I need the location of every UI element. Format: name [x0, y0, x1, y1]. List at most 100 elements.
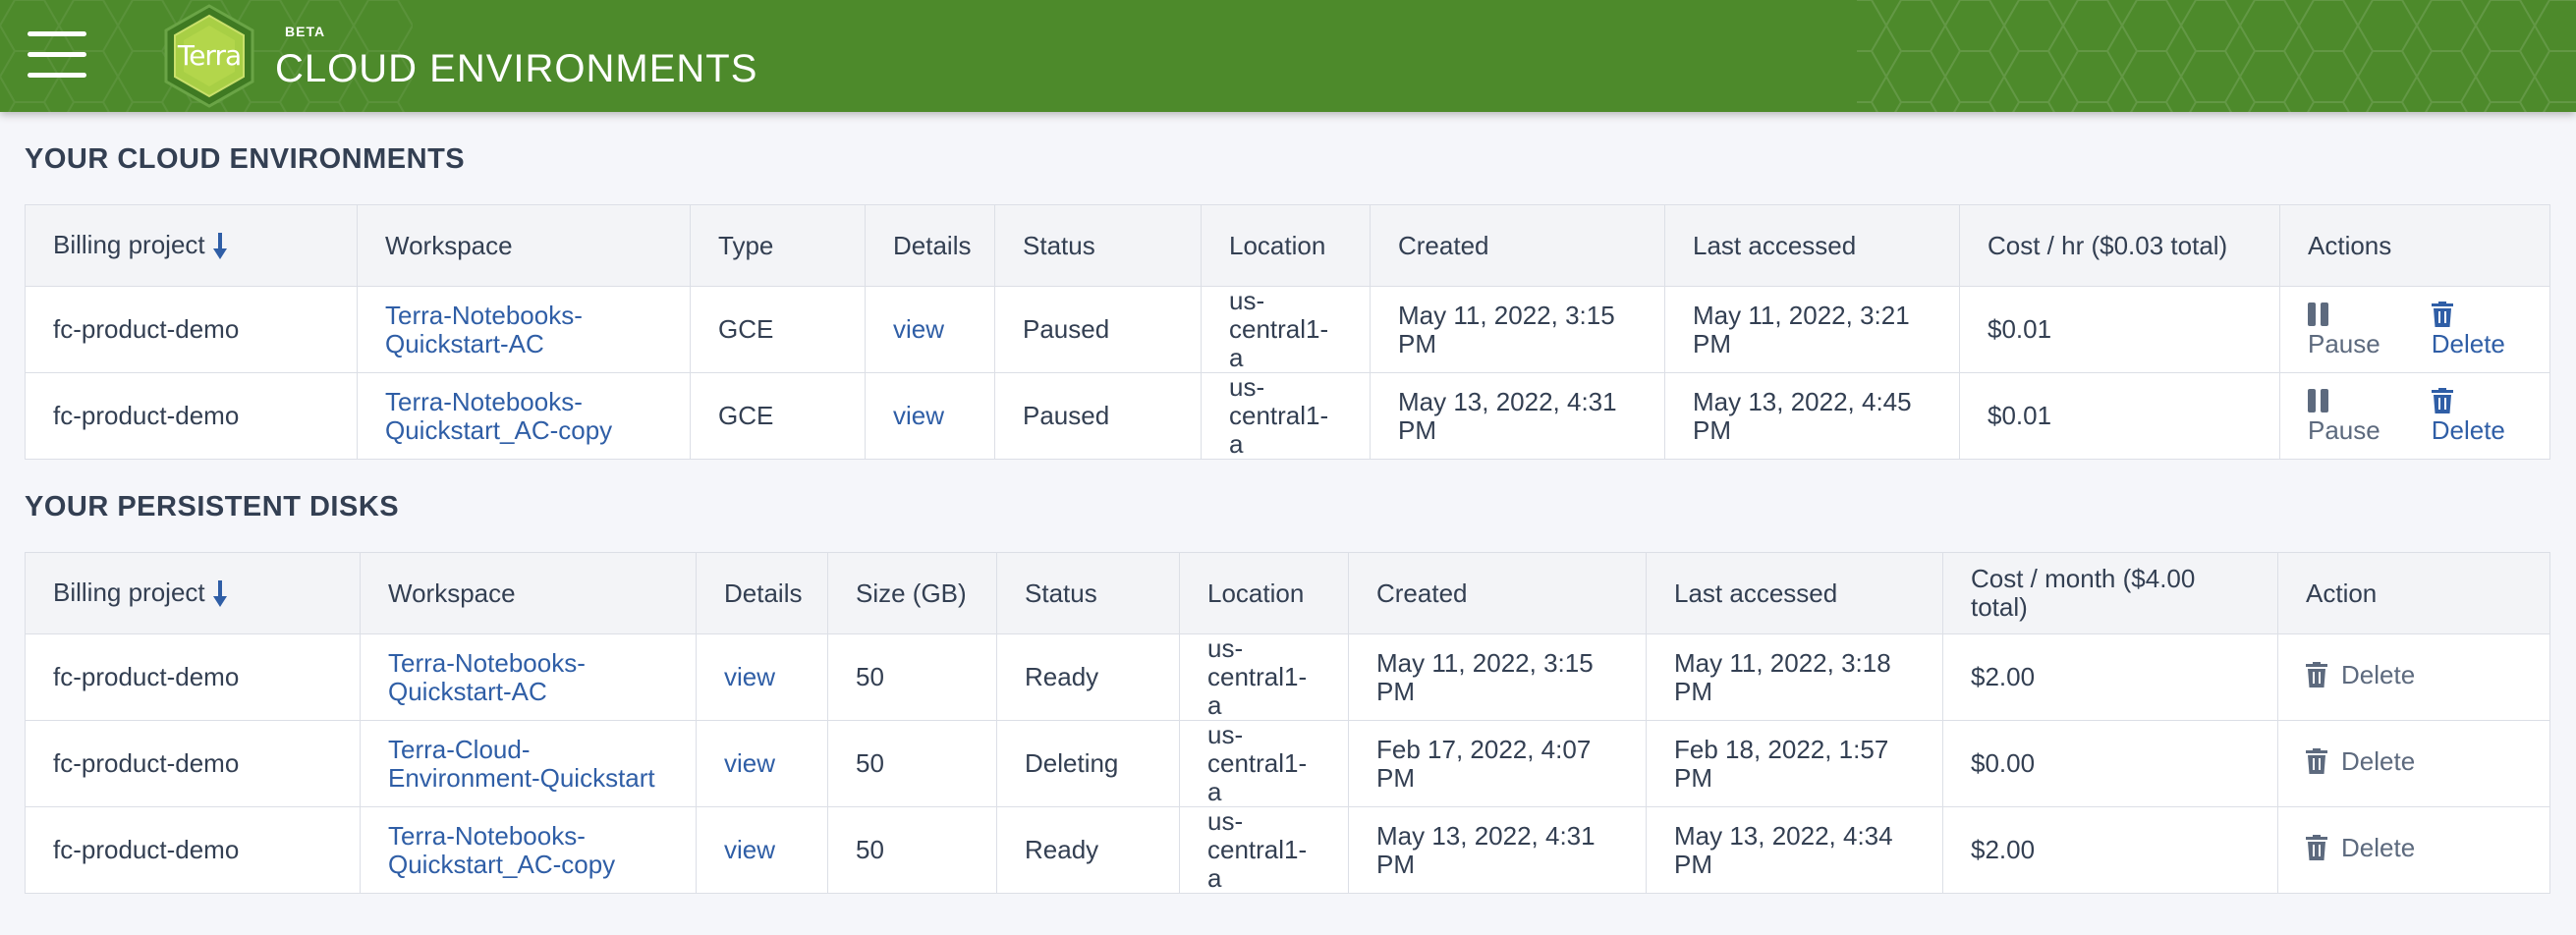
size-cell: 50	[827, 633, 997, 721]
menu-hamburger-button[interactable]	[28, 29, 86, 81]
table-header-row: Billing project Workspace Details Size (…	[25, 552, 2550, 634]
type-cell: GCE	[690, 372, 866, 460]
column-header-last-accessed[interactable]: Last accessed	[1664, 204, 1960, 287]
workspace-link[interactable]: Terra-Notebooks-Quickstart-AC	[388, 648, 586, 706]
delete-label: Delete	[2431, 329, 2505, 358]
billing-project-cell: fc-product-demo	[25, 806, 361, 894]
trash-icon	[2431, 302, 2453, 327]
column-header-action: Action	[2277, 552, 2550, 634]
cost-cell: $0.00	[1942, 720, 2278, 807]
column-header-location[interactable]: Location	[1179, 552, 1349, 634]
delete-label: Delete	[2341, 659, 2416, 689]
pause-icon	[2308, 302, 2328, 326]
column-header-label: Billing project	[53, 577, 205, 607]
status-cell: Ready	[996, 633, 1180, 721]
status-cell: Deleting	[996, 720, 1180, 807]
delete-button[interactable]: Delete	[2431, 387, 2505, 445]
table-row: fc-product-demo Terra-Cloud-Environment-…	[25, 720, 2550, 807]
billing-project-cell: fc-product-demo	[25, 286, 358, 373]
created-cell: Feb 17, 2022, 4:07 PM	[1348, 720, 1647, 807]
column-header-size[interactable]: Size (GB)	[827, 552, 997, 634]
pause-icon	[2308, 389, 2328, 412]
column-header-label: Billing project	[53, 229, 205, 259]
details-view-link[interactable]: view	[724, 835, 775, 864]
pause-label: Pause	[2308, 415, 2380, 445]
location-cell: us-central1-a	[1179, 720, 1349, 807]
pause-label: Pause	[2308, 329, 2380, 358]
table-row: fc-product-demo Terra-Notebooks-Quicksta…	[25, 633, 2550, 721]
workspace-link[interactable]: Terra-Notebooks-Quickstart_AC-copy	[388, 821, 615, 879]
column-header-location[interactable]: Location	[1201, 204, 1371, 287]
cloud-environments-heading: YOUR CLOUD ENVIRONMENTS	[25, 143, 466, 175]
last-accessed-cell: May 11, 2022, 3:21 PM	[1664, 286, 1960, 373]
column-header-workspace[interactable]: Workspace	[360, 552, 697, 634]
sort-descending-icon[interactable]	[212, 233, 227, 260]
column-header-cost[interactable]: Cost / hr ($0.03 total)	[1959, 204, 2280, 287]
workspace-link[interactable]: Terra-Cloud-Environment-Quickstart	[388, 735, 655, 793]
type-cell: GCE	[690, 286, 866, 373]
persistent-disks-heading: YOUR PERSISTENT DISKS	[25, 491, 400, 522]
column-header-created[interactable]: Created	[1348, 552, 1647, 634]
cloud-environments-table: Billing project Workspace Type Details S…	[25, 204, 2550, 460]
details-view-link[interactable]: view	[724, 748, 775, 778]
pause-button[interactable]: Pause	[2308, 301, 2380, 358]
top-bar: Terra BETA CLOUD ENVIRONMENTS	[0, 0, 2576, 112]
workspace-link[interactable]: Terra-Notebooks-Quickstart_AC-copy	[385, 387, 612, 445]
column-header-last-accessed[interactable]: Last accessed	[1646, 552, 1943, 634]
column-header-workspace[interactable]: Workspace	[357, 204, 691, 287]
table-row: fc-product-demo Terra-Notebooks-Quicksta…	[25, 806, 2550, 894]
trash-icon	[2306, 748, 2327, 775]
column-header-status[interactable]: Status	[996, 552, 1180, 634]
column-header-actions: Actions	[2279, 204, 2550, 287]
created-cell: May 13, 2022, 4:31 PM	[1348, 806, 1647, 894]
persistent-disks-table: Billing project Workspace Details Size (…	[25, 552, 2550, 894]
last-accessed-cell: Feb 18, 2022, 1:57 PM	[1646, 720, 1943, 807]
logo-text: Terra	[177, 39, 242, 72]
details-view-link[interactable]: view	[724, 662, 775, 691]
workspace-link[interactable]: Terra-Notebooks-Quickstart-AC	[385, 301, 583, 358]
delete-label: Delete	[2341, 745, 2416, 776]
location-cell: us-central1-a	[1179, 633, 1349, 721]
trash-icon	[2431, 388, 2453, 413]
cost-cell: $0.01	[1959, 372, 2280, 460]
sort-descending-icon[interactable]	[212, 580, 227, 608]
details-view-link[interactable]: view	[893, 401, 944, 430]
delete-button[interactable]: Delete	[2306, 832, 2416, 862]
hamburger-line	[28, 31, 86, 36]
cost-cell: $2.00	[1942, 806, 2278, 894]
status-cell: Paused	[994, 372, 1202, 460]
delete-label: Delete	[2341, 832, 2416, 862]
created-cell: May 11, 2022, 3:15 PM	[1370, 286, 1665, 373]
hamburger-line	[28, 73, 86, 78]
delete-button[interactable]: Delete	[2306, 745, 2416, 776]
column-header-status[interactable]: Status	[994, 204, 1202, 287]
last-accessed-cell: May 13, 2022, 4:45 PM	[1664, 372, 1960, 460]
cost-cell: $2.00	[1942, 633, 2278, 721]
billing-project-cell: fc-product-demo	[25, 633, 361, 721]
cost-cell: $0.01	[1959, 286, 2280, 373]
billing-project-cell: fc-product-demo	[25, 720, 361, 807]
size-cell: 50	[827, 806, 997, 894]
pause-button[interactable]: Pause	[2308, 387, 2380, 445]
column-header-billing-project[interactable]: Billing project	[25, 552, 361, 634]
column-header-details: Details	[696, 552, 828, 634]
last-accessed-cell: May 11, 2022, 3:18 PM	[1646, 633, 1943, 721]
location-cell: us-central1-a	[1179, 806, 1349, 894]
delete-button[interactable]: Delete	[2306, 659, 2416, 689]
created-cell: May 13, 2022, 4:31 PM	[1370, 372, 1665, 460]
page-title: CLOUD ENVIRONMENTS	[275, 47, 758, 90]
trash-icon	[2306, 835, 2327, 861]
delete-label: Delete	[2431, 415, 2505, 445]
status-cell: Paused	[994, 286, 1202, 373]
terra-logo[interactable]: Terra	[157, 4, 261, 108]
column-header-created[interactable]: Created	[1370, 204, 1665, 287]
details-view-link[interactable]: view	[893, 314, 944, 344]
last-accessed-cell: May 13, 2022, 4:34 PM	[1646, 806, 1943, 894]
column-header-type[interactable]: Type	[690, 204, 866, 287]
delete-button[interactable]: Delete	[2431, 301, 2505, 358]
table-row: fc-product-demo Terra-Notebooks-Quicksta…	[25, 286, 2550, 373]
column-header-billing-project[interactable]: Billing project	[25, 204, 358, 287]
hamburger-line	[28, 52, 86, 57]
trash-icon	[2306, 662, 2327, 688]
column-header-cost[interactable]: Cost / month ($4.00 total)	[1942, 552, 2278, 634]
